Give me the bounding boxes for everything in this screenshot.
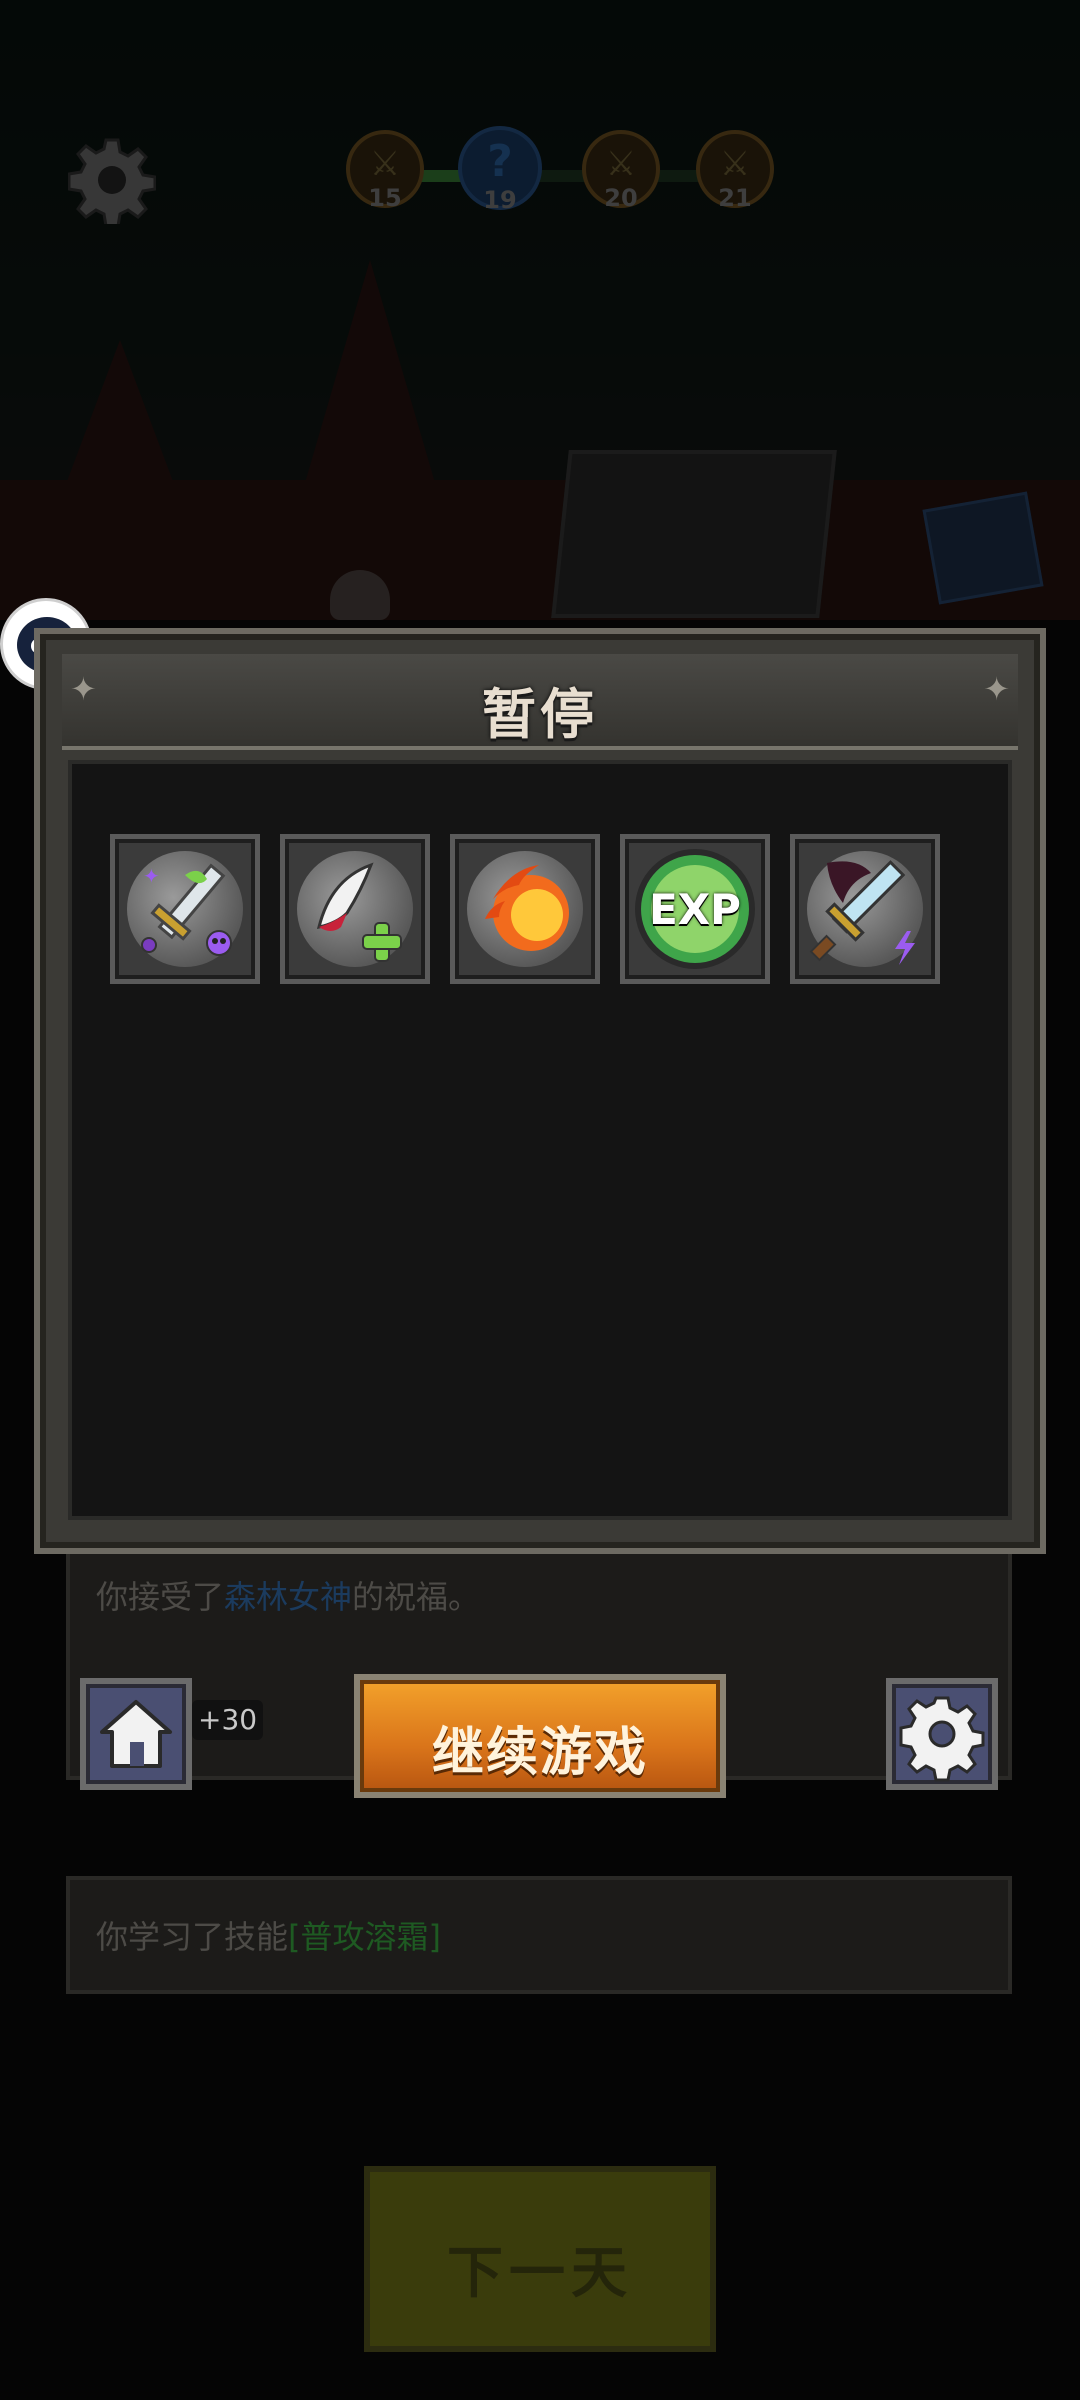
stage-node: ⚔ 21 — [696, 130, 774, 212]
stage-node: ⚔ 15 — [346, 130, 424, 212]
fireball-icon — [485, 865, 569, 951]
exp-label: EXP — [649, 885, 741, 934]
sword-icon: ⚔ — [605, 144, 637, 184]
stage-progress-bar — [386, 170, 746, 182]
chest — [922, 491, 1044, 605]
claw-heal-icon — [316, 862, 402, 962]
question-icon: ? — [487, 136, 513, 187]
poison-sword-icon: ✦ — [141, 863, 232, 956]
skill-list: ✦ EXP — [110, 834, 940, 984]
pause-dialog-title: 暂停 — [482, 683, 598, 746]
stage-number: 15 — [368, 184, 402, 212]
skill-slot[interactable] — [280, 834, 430, 984]
skills-area: ✦ EXP — [68, 760, 1012, 1520]
svg-text:✦: ✦ — [143, 864, 160, 888]
pause-dialog: ✦ 暂停 ✦ ✦ EXP — [34, 628, 1046, 1554]
continue-game-button[interactable]: 继续游戏 — [354, 1674, 726, 1798]
next-day-button[interactable]: 下一天 — [364, 2166, 716, 2352]
stage-number: 19 — [483, 186, 517, 214]
skill-message-panel: 你学习了技能[普攻溶霜] — [66, 1876, 1012, 1994]
mountain — [60, 340, 180, 500]
rock — [551, 450, 837, 618]
continue-game-label: 继续游戏 — [431, 1723, 648, 1783]
sword-icon: ⚔ — [369, 144, 401, 184]
gear-icon — [899, 1696, 985, 1782]
battle-scene: ⚔ 15 ? 19 ⚔ 20 ⚔ 21 — [0, 0, 1080, 620]
lightning-sword-icon — [809, 860, 915, 965]
stage-progress: ⚔ 15 ? 19 ⚔ 20 ⚔ 21 — [346, 126, 786, 220]
skill-slot[interactable] — [790, 834, 940, 984]
sword-icon: ⚔ — [719, 144, 751, 184]
skill-slot[interactable]: EXP — [620, 834, 770, 984]
corner-ornament-icon: ✦ — [983, 670, 1010, 708]
settings-gear-icon[interactable] — [67, 136, 157, 228]
mountain — [300, 260, 440, 500]
skill-slot[interactable]: ✦ — [110, 834, 260, 984]
stage-number: 21 — [718, 184, 752, 212]
skill-slot[interactable] — [450, 834, 600, 984]
pause-dialog-header: ✦ 暂停 ✦ — [62, 654, 1018, 750]
skill-message: 你学习了技能[普攻溶霜] — [96, 1918, 441, 1956]
event-message: 你接受了森林女神的祝福。 — [96, 1578, 481, 1616]
stage-number: 20 — [604, 184, 638, 212]
home-button[interactable] — [80, 1678, 192, 1790]
settings-button[interactable] — [886, 1678, 998, 1790]
reward-badge: +30 — [192, 1700, 264, 1740]
home-icon — [100, 1700, 172, 1768]
ground — [0, 480, 1080, 620]
stage-node: ⚔ 20 — [582, 130, 660, 212]
stage-node-current: ? 19 — [458, 126, 542, 214]
next-day-label: 下一天 — [447, 2241, 633, 2306]
